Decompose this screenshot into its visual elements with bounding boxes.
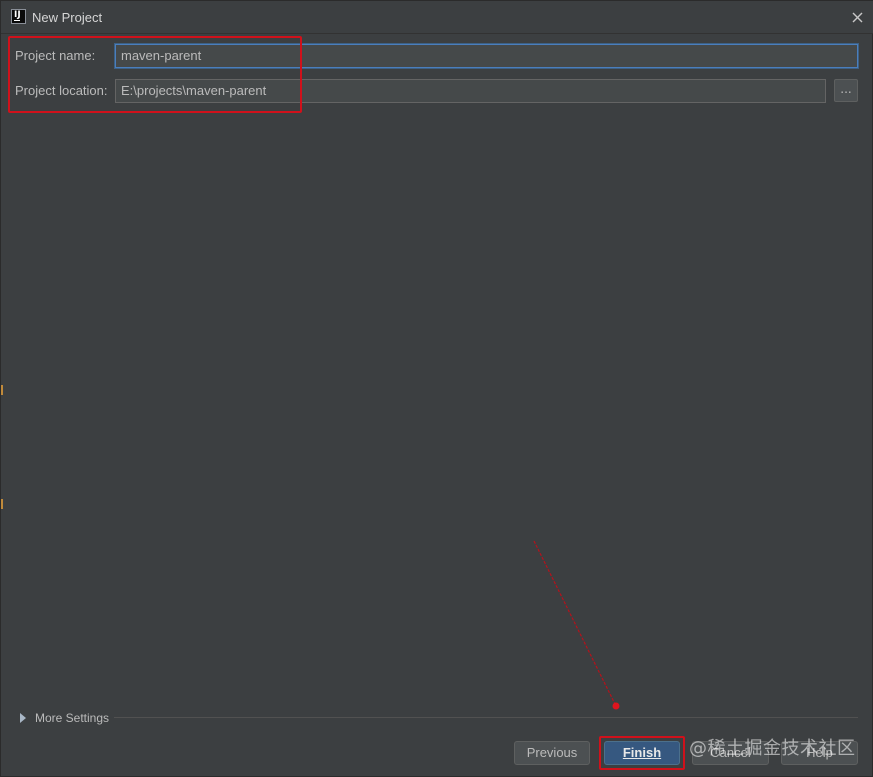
dialog-title: New Project xyxy=(32,10,103,25)
annotation-arrow xyxy=(533,540,620,710)
new-project-dialog: IJ New Project Project name: maven-paren… xyxy=(0,0,873,777)
expand-triangle-icon xyxy=(20,713,26,723)
project-name-label: Project name: xyxy=(15,48,96,63)
intellij-icon: IJ xyxy=(11,9,26,24)
background-window-mark xyxy=(1,385,3,395)
close-icon[interactable] xyxy=(846,7,868,29)
project-name-input[interactable]: maven-parent xyxy=(115,44,858,68)
background-window-mark xyxy=(1,499,3,509)
title-bar[interactable]: IJ New Project xyxy=(1,1,873,34)
previous-button[interactable]: Previous xyxy=(514,741,590,765)
separator xyxy=(114,717,858,718)
previous-button-label: Previous xyxy=(526,745,578,760)
watermark: @稀土掘金技术社区 xyxy=(689,738,856,759)
project-location-label: Project location: xyxy=(15,83,108,98)
finish-button-label: Finish xyxy=(622,745,662,760)
browse-button[interactable]: ... xyxy=(834,79,858,102)
project-location-input[interactable]: E:\projects\maven-parent xyxy=(115,79,826,103)
more-settings-label: More Settings xyxy=(35,711,110,725)
finish-button[interactable]: Finish xyxy=(604,741,680,765)
